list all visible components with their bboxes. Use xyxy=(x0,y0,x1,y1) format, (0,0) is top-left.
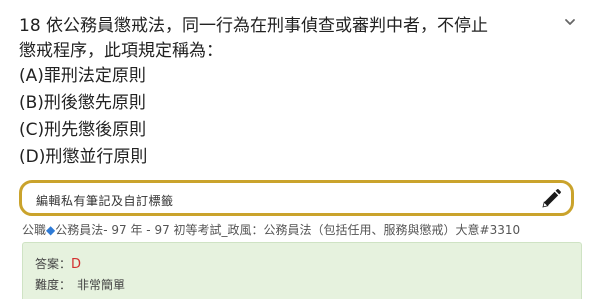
option-b: (B)刑後懲先原則 xyxy=(19,93,146,113)
answer-value: D xyxy=(71,257,82,272)
tag-breadcrumb[interactable]: 公職◆公務員法- 97 年 - 97 初等考試_政風：公務員法（包括任用、服務與… xyxy=(22,221,598,238)
difficulty-label: 難度： xyxy=(35,278,72,292)
difficulty-value: 非常簡單 xyxy=(77,278,126,292)
options-list: (A)罪刑法定原則 (B)刑後懲先原則 (C)刑先懲後原則 (D)刑懲並行原則 xyxy=(19,63,559,171)
chevron-down-icon[interactable] xyxy=(564,16,576,28)
question-text-line-1: 18 依公務員懲戒法，同一行為在刑事偵查或審判中者，不停止 xyxy=(19,16,489,36)
answer-label: 答案： xyxy=(35,257,72,271)
note-placeholder: 編輯私有筆記及自訂標籤 xyxy=(36,194,174,208)
option-d: (D)刑懲並行原則 xyxy=(19,147,148,167)
answer-row: 答案：D xyxy=(35,255,81,272)
diamond-icon: ◆ xyxy=(46,223,56,237)
pencil-icon[interactable] xyxy=(539,187,563,211)
question-text-line-2: 懲戒程序，此項規定稱為： xyxy=(19,41,223,61)
option-c: (C)刑先懲後原則 xyxy=(19,120,147,140)
difficulty-row: 難度： 非常簡單 xyxy=(35,276,125,293)
question-block: 18 依公務員懲戒法，同一行為在刑事偵查或審判中者，不停止 懲戒程序，此項規定稱… xyxy=(19,14,559,171)
tag-path: 公務員法- 97 年 - 97 初等考試_政風：公務員法（包括任用、服務與懲戒）… xyxy=(55,223,521,237)
answer-panel: 答案：D 難度： 非常簡單 xyxy=(22,242,582,299)
tag-prefix: 公職 xyxy=(22,223,47,237)
option-a: (A)罪刑法定原則 xyxy=(19,66,146,86)
note-editor-field[interactable]: 編輯私有筆記及自訂標籤 xyxy=(19,180,574,216)
